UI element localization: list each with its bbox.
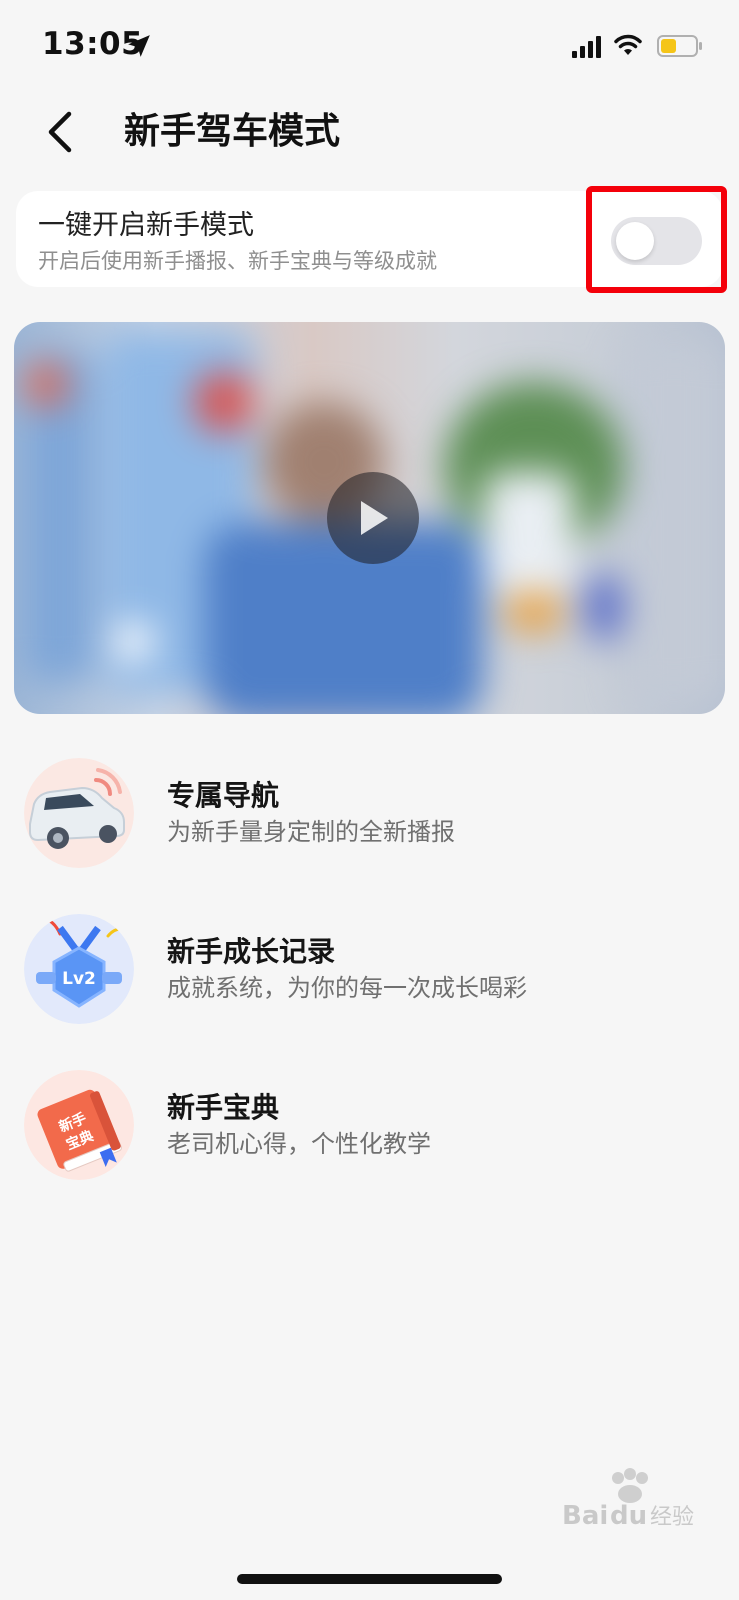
beginner-mode-toggle[interactable] [611,217,702,265]
feature-title: 专属导航 [167,779,280,812]
video-banner[interactable] [14,322,725,714]
play-button[interactable] [327,472,419,564]
feature-description: 为新手量身定制的全新播报 [167,818,455,846]
location-arrow-icon [128,35,150,57]
feature-exclusive-navigation[interactable]: 专属导航 为新手量身定制的全新播报 [24,758,714,868]
beginner-mode-subtitle: 开启后使用新手播报、新手宝典与等级成就 [38,249,437,273]
home-indicator[interactable] [237,1574,502,1584]
beginner-mode-title: 一键开启新手模式 [38,210,254,241]
feature-beginner-guide[interactable]: 新手 宝典 新手宝典 老司机心得，个性化教学 [24,1070,714,1180]
svg-text:du: du [610,1501,647,1531]
play-icon [361,501,388,535]
wifi-icon [614,34,642,55]
status-bar: 13:05 [0,0,739,92]
feature-description: 成就系统，为你的每一次成长喝彩 [167,974,527,1002]
svg-text:Bai: Bai [562,1501,608,1531]
page-title: 新手驾车模式 [124,111,341,152]
feature-growth-record[interactable]: Lv2 新手成长记录 成就系统，为你的每一次成长喝彩 [24,914,714,1024]
back-button[interactable] [38,106,82,158]
cellular-signal-icon [572,36,601,58]
header: 新手驾车模式 [0,92,739,172]
battery-icon [657,35,702,57]
medal-badge-text: Lv2 [62,969,96,989]
lv2-medal-icon: Lv2 [24,914,134,1024]
feature-title: 新手宝典 [167,1091,280,1124]
svg-text:经验: 经验 [650,1505,694,1530]
feature-description: 老司机心得，个性化教学 [167,1130,431,1158]
beginner-book-icon: 新手 宝典 [24,1070,134,1180]
feature-title: 新手成长记录 [167,935,336,968]
chevron-left-icon [48,111,72,153]
car-navigation-icon [24,758,134,868]
baidu-watermark: Bai du 经验 [562,1468,694,1531]
toggle-knob [616,222,654,260]
